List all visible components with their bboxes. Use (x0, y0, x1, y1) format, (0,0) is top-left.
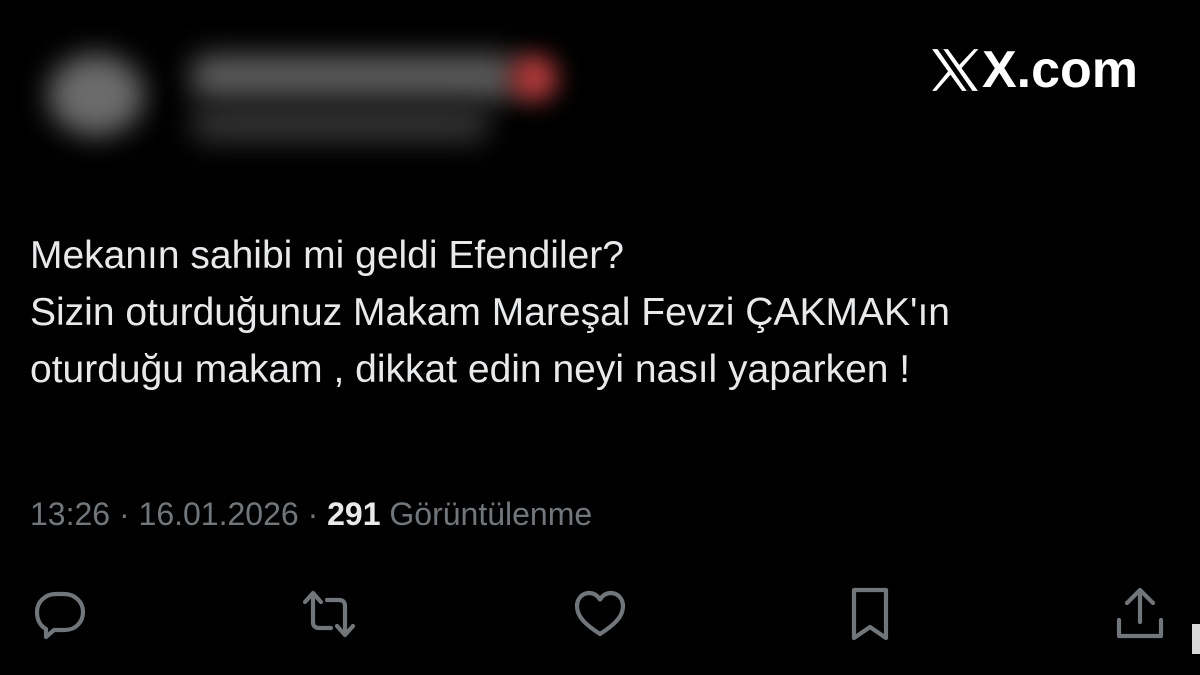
retweet-button[interactable] (297, 584, 361, 644)
reply-icon (34, 591, 86, 640)
views-count: 291 (327, 496, 381, 532)
tweet-date[interactable]: 16.01.2026 (139, 496, 299, 532)
brand-label: X.com (981, 41, 1138, 99)
like-icon (574, 590, 626, 637)
retweet-icon (302, 590, 356, 638)
views-label: Görüntülenme (389, 496, 593, 532)
tweet-line: Sizin oturduğunuz Makam Mareşal Fevzi ÇA… (30, 291, 950, 334)
bookmark-button[interactable] (838, 584, 902, 644)
meta-separator: · (118, 496, 130, 532)
author-handle[interactable] (190, 106, 490, 142)
meta-separator: · (307, 496, 319, 532)
tweet-line: Mekanın sahibi mi geldi Efendiler? (30, 234, 624, 277)
like-button[interactable] (568, 584, 632, 644)
bookmark-icon (851, 587, 889, 641)
brand-watermark: X.com (930, 44, 1138, 96)
share-icon (1116, 587, 1164, 639)
tweet-body: Mekanın sahibi mi geldi Efendiler? Sizin… (30, 227, 1170, 398)
tweet-time[interactable]: 13:26 (30, 496, 110, 532)
share-button[interactable] (1108, 584, 1172, 644)
verified-badge-icon (510, 54, 558, 102)
author-display-name[interactable] (190, 54, 520, 100)
tweet-action-bar (0, 584, 1200, 644)
avatar[interactable] (48, 54, 144, 136)
tweet-meta: 13:26 · 16.01.2026 · 291 Görüntülenme (30, 494, 592, 534)
author-header[interactable] (40, 40, 580, 150)
x-logo-icon (932, 49, 979, 91)
tweet-line: oturduğu makam , dikkat edin neyi nasıl … (30, 348, 911, 391)
reply-button[interactable] (28, 584, 92, 644)
edge-divider (1192, 624, 1200, 654)
